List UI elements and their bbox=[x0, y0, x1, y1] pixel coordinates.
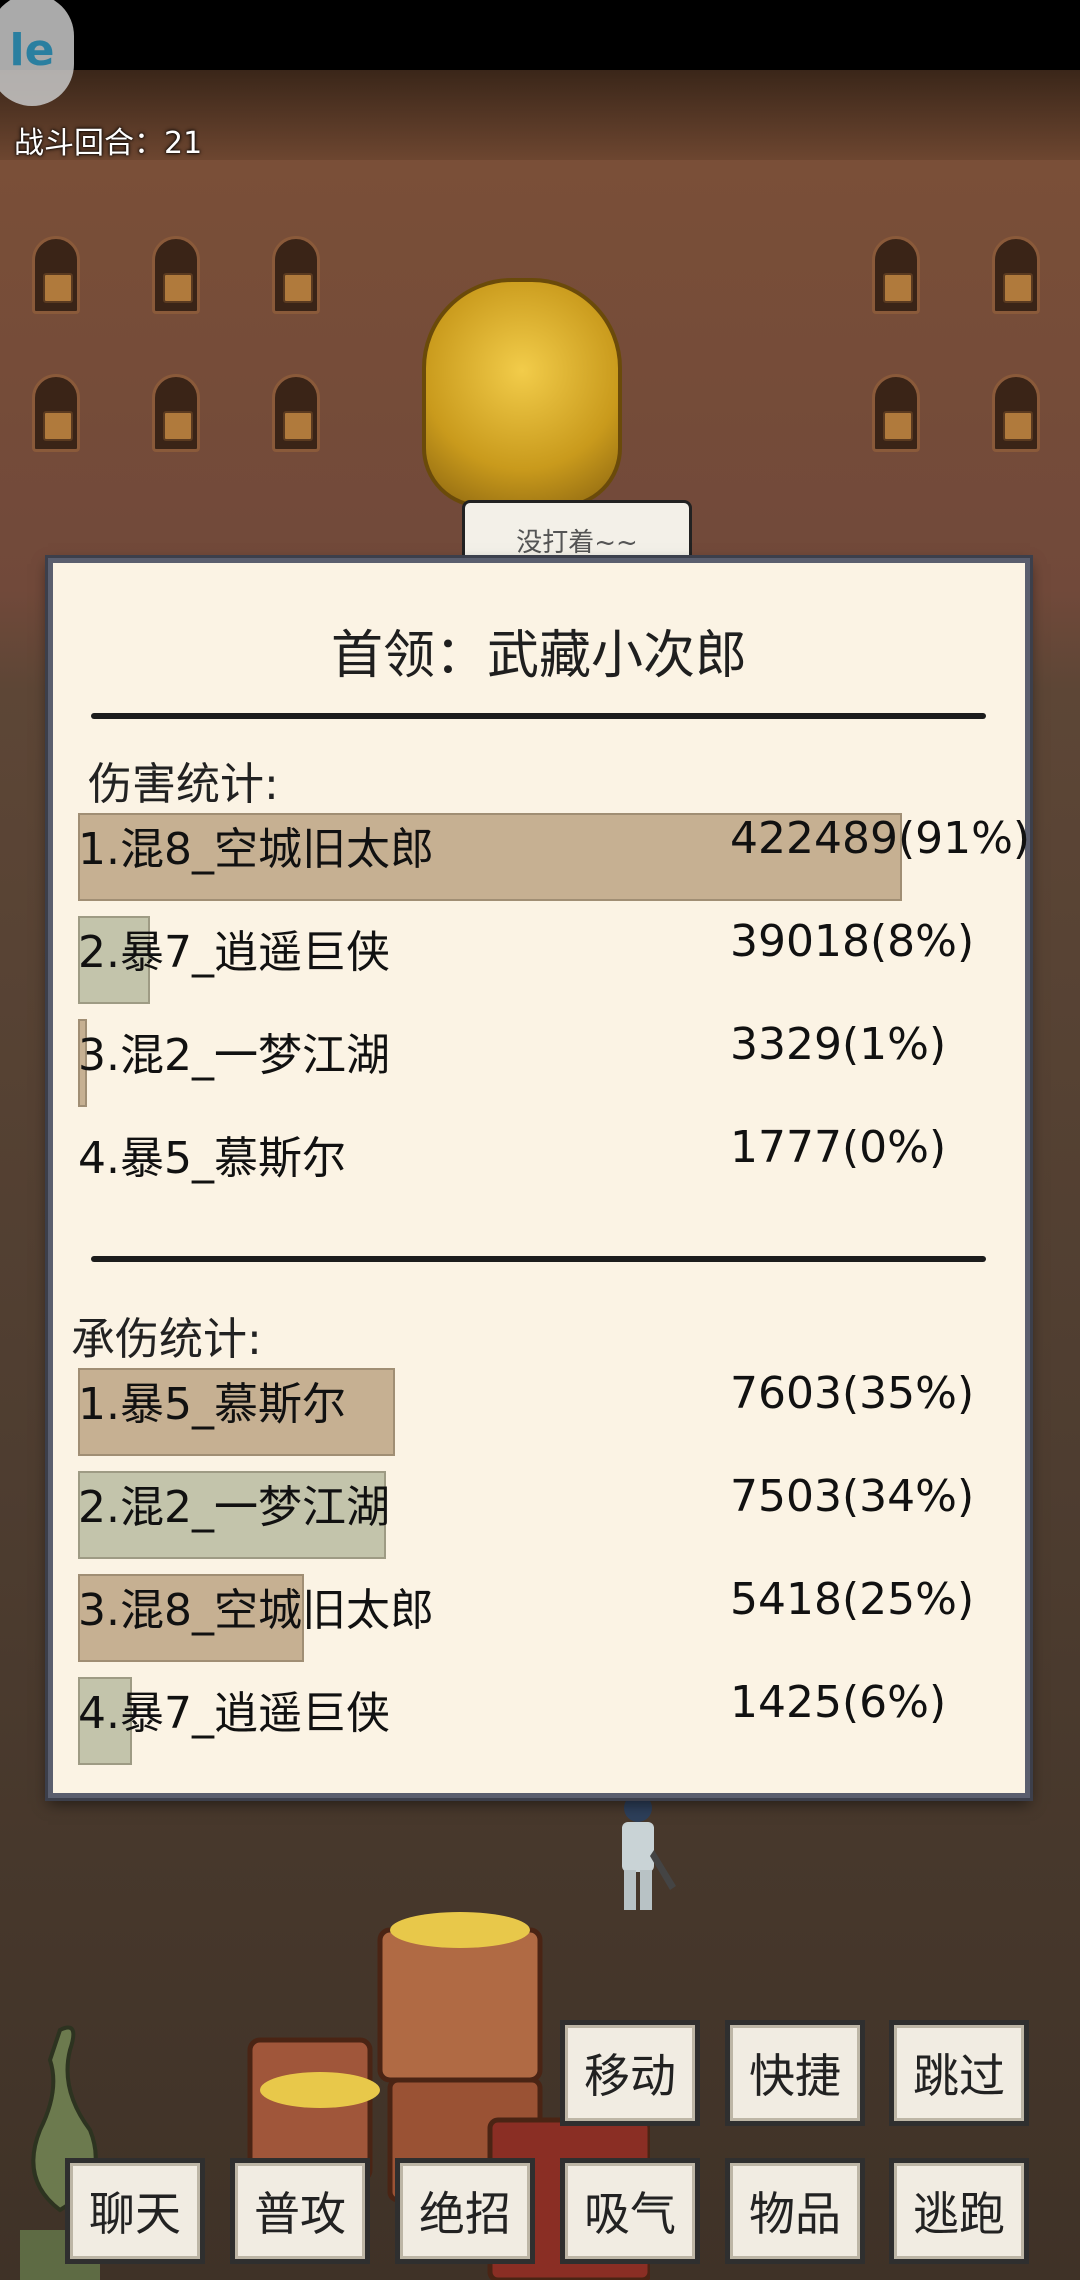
breathe-button[interactable]: 吸气 bbox=[560, 2158, 700, 2264]
wall-niche bbox=[872, 374, 920, 452]
shortcut-button[interactable]: 快捷 bbox=[725, 2020, 865, 2126]
chat-button[interactable]: 聊天 bbox=[65, 2158, 205, 2264]
wall-niche bbox=[152, 236, 200, 314]
wall-niche bbox=[992, 374, 1040, 452]
stat-player-name: 4.暴7_逍遥巨侠 bbox=[78, 1688, 390, 1739]
wall-niche bbox=[872, 236, 920, 314]
stat-player-name: 1.混8_空城旧太郎 bbox=[78, 824, 434, 875]
stat-player-name: 3.混8_空城旧太郎 bbox=[78, 1585, 434, 1636]
stat-player-name: 4.暴5_慕斯尔 bbox=[78, 1133, 346, 1184]
stat-row: 2.混2_一梦江湖 7503(34%) bbox=[78, 1471, 1008, 1559]
battle-turn-counter: 战斗回合：21 bbox=[14, 126, 203, 161]
wall-niche bbox=[32, 236, 80, 314]
stat-row: 3.混2_一梦江湖 3329(1%) bbox=[78, 1019, 1008, 1107]
flee-button[interactable]: 逃跑 bbox=[889, 2158, 1029, 2264]
stat-row: 4.暴7_逍遥巨侠 1425(6%) bbox=[78, 1677, 1008, 1765]
attack-button[interactable]: 普攻 bbox=[230, 2158, 370, 2264]
status-bar bbox=[0, 0, 1080, 70]
panel-title: 首领：武藏小次郎 bbox=[330, 626, 747, 686]
stat-player-name: 1.暴5_慕斯尔 bbox=[78, 1379, 346, 1430]
items-button[interactable]: 物品 bbox=[725, 2158, 865, 2264]
stat-row: 4.暴5_慕斯尔 1777(0%) bbox=[78, 1122, 1008, 1210]
stat-player-name: 2.暴7_逍遥巨侠 bbox=[78, 927, 390, 978]
app-logo[interactable]: le bbox=[0, 0, 74, 106]
ultimate-button[interactable]: 绝招 bbox=[395, 2158, 535, 2264]
skip-button[interactable]: 跳过 bbox=[889, 2020, 1029, 2126]
tank-section-label: 承伤统计: bbox=[71, 1314, 262, 1365]
wall-niche bbox=[992, 236, 1040, 314]
divider bbox=[91, 1256, 986, 1262]
wall-niche bbox=[272, 374, 320, 452]
battle-stats-panel: 首领：武藏小次郎 伤害统计: 1.混8_空城旧太郎 422489(91%) 2.暴7… bbox=[48, 558, 1030, 1798]
move-button[interactable]: 移动 bbox=[560, 2020, 700, 2126]
wall-niche bbox=[152, 374, 200, 452]
stat-value: 422489(91%) bbox=[730, 813, 1031, 864]
stat-value: 7603(35%) bbox=[730, 1368, 975, 1419]
stat-value: 5418(25%) bbox=[730, 1574, 975, 1625]
stat-row: 2.暴7_逍遥巨侠 39018(8%) bbox=[78, 916, 1008, 1004]
stat-player-name: 3.混2_一梦江湖 bbox=[78, 1030, 390, 1081]
damage-section-label: 伤害统计: bbox=[88, 759, 279, 810]
stat-value: 3329(1%) bbox=[730, 1019, 947, 1070]
stat-row: 1.混8_空城旧太郎 422489(91%) bbox=[78, 813, 1030, 901]
stat-value: 1777(0%) bbox=[730, 1122, 947, 1173]
divider bbox=[91, 713, 986, 719]
stat-value: 7503(34%) bbox=[730, 1471, 975, 1522]
stat-value: 1425(6%) bbox=[730, 1677, 947, 1728]
stat-player-name: 2.混2_一梦江湖 bbox=[78, 1482, 390, 1533]
boss-golden-idol bbox=[422, 278, 622, 508]
wall-niche bbox=[32, 374, 80, 452]
stat-row: 1.暴5_慕斯尔 7603(35%) bbox=[78, 1368, 1008, 1456]
stat-value: 39018(8%) bbox=[730, 916, 975, 967]
stat-row: 3.混8_空城旧太郎 5418(25%) bbox=[78, 1574, 1008, 1662]
wall-niche bbox=[272, 236, 320, 314]
